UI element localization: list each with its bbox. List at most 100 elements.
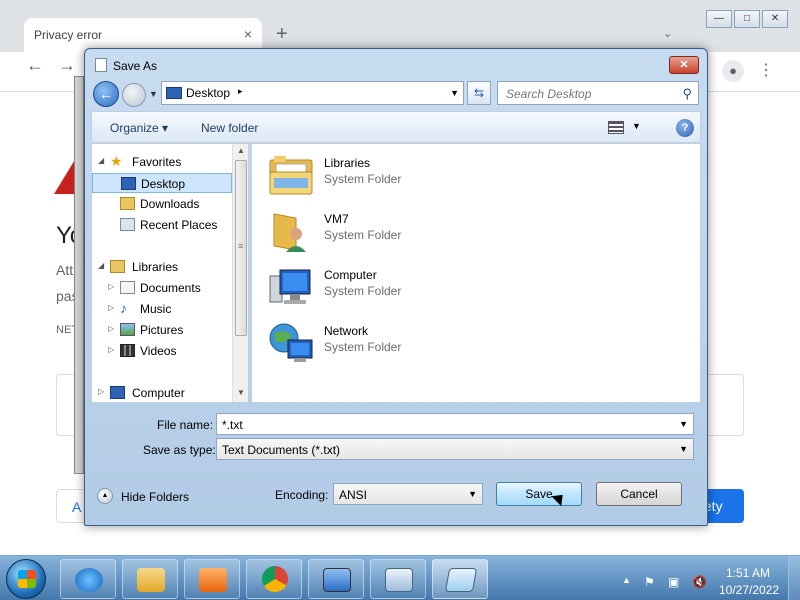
profile-icon[interactable]: ●	[722, 60, 744, 82]
search-icon[interactable]: ⚲	[682, 86, 692, 102]
save-button[interactable]: Save	[496, 482, 582, 506]
clock-time[interactable]: 1:51 AM	[718, 566, 778, 580]
nav-item-downloads[interactable]: Downloads	[92, 194, 232, 214]
scroll-up-icon[interactable]: ▲	[237, 146, 245, 155]
organize-button[interactable]: Organize ▾	[110, 121, 168, 135]
network-tray-icon[interactable]: ▣	[668, 575, 679, 589]
nav-item-computer[interactable]: ▷ Computer	[92, 383, 232, 402]
pictures-icon	[120, 323, 135, 336]
taskbar-file-explorer[interactable]	[122, 559, 178, 599]
action-center-flag-icon[interactable]: ⚑	[644, 575, 655, 589]
nav-item-desktop[interactable]: Desktop	[92, 173, 232, 193]
save-type-dropdown-icon[interactable]: ▼	[679, 444, 688, 454]
file-name-field[interactable]: *.txt ▼	[216, 413, 694, 435]
back-arrow-icon[interactable]: ←	[93, 81, 119, 107]
refresh-icon[interactable]: ⇆	[467, 81, 491, 105]
nav-label: Recent Places	[140, 218, 218, 232]
taskbar-remote-desktop[interactable]	[308, 559, 364, 599]
expand-arrow-icon[interactable]: ▷	[108, 282, 114, 291]
scroll-down-icon[interactable]: ▼	[237, 388, 245, 397]
forward-icon[interactable]: →	[58, 55, 76, 75]
list-item[interactable]: VM7 System Folder	[268, 206, 488, 256]
dialog-close-button[interactable]: ✕	[669, 56, 699, 74]
media-player-icon	[199, 568, 227, 592]
expand-arrow-icon[interactable]: ▷	[108, 303, 114, 312]
dialog-title: Save As	[113, 59, 158, 73]
file-name: Libraries	[324, 156, 371, 170]
collapse-arrow-icon[interactable]: ◢	[98, 156, 104, 165]
search-input[interactable]: Search Desktop ⚲	[497, 81, 699, 105]
nav-label: Music	[140, 302, 172, 316]
tab-privacy-error[interactable]: Privacy error ×	[24, 18, 262, 52]
nav-item-music[interactable]: ▷ ♪ Music	[92, 299, 232, 319]
nav-item-documents[interactable]: ▷ Documents	[92, 278, 232, 298]
scroll-thumb[interactable]: ≡	[235, 160, 247, 336]
list-item[interactable]: Computer System Folder	[268, 262, 488, 312]
nav-item-favorites[interactable]: ◢ ★ Favorites	[92, 152, 232, 172]
nav-item-recent-places[interactable]: Recent Places	[92, 215, 232, 235]
cancel-button[interactable]: Cancel	[596, 482, 682, 506]
menu-icon[interactable]: ⋮	[758, 60, 774, 80]
taskbar: ▲ ⚑ ▣ 🔇	[0, 555, 800, 600]
chrome-icon	[262, 566, 288, 592]
encoding-value: ANSI	[339, 488, 368, 502]
back-icon[interactable]: ←	[26, 55, 44, 75]
libraries-folder-icon	[269, 156, 313, 195]
minimize-button[interactable]: —	[706, 10, 732, 28]
new-tab-button[interactable]: +	[276, 24, 288, 44]
nav-item-videos[interactable]: ▷ Videos	[92, 341, 232, 361]
encoding-dropdown-icon[interactable]: ▼	[468, 489, 477, 499]
show-hidden-icons-icon[interactable]: ▲	[622, 575, 631, 585]
encoding-select[interactable]: ANSI ▼	[333, 483, 483, 505]
history-dropdown-icon[interactable]: ▼	[149, 89, 158, 99]
nav-item-pictures[interactable]: ▷ Pictures	[92, 320, 232, 340]
notepad-icon	[95, 58, 107, 72]
volume-muted-icon[interactable]: 🔇	[692, 575, 707, 589]
file-type: System Folder	[324, 340, 402, 354]
close-window-button[interactable]: ✕	[762, 10, 788, 28]
nav-label: Favorites	[132, 155, 182, 169]
address-text[interactable]: Desktop	[186, 86, 230, 100]
breadcrumb-chevron-icon[interactable]: ▸	[238, 86, 243, 97]
expand-arrow-icon[interactable]: ▷	[108, 324, 114, 333]
forward-arrow-icon[interactable]	[122, 83, 146, 107]
tab-search-icon[interactable]: ⌄	[663, 27, 672, 40]
list-item[interactable]: Libraries System Folder	[268, 150, 488, 200]
taskbar-media-player[interactable]	[184, 559, 240, 599]
list-item[interactable]: Network System Folder	[268, 318, 488, 368]
collapse-arrow-icon[interactable]: ◢	[98, 261, 104, 270]
nav-label: Libraries	[132, 260, 179, 274]
clock-date[interactable]: 10/27/2022	[714, 583, 784, 597]
taskbar-chrome[interactable]	[246, 559, 302, 599]
address-bar[interactable]: Desktop ▸ ▼	[161, 81, 464, 105]
view-dropdown-icon[interactable]: ▼	[632, 121, 641, 131]
start-button[interactable]	[6, 559, 46, 599]
file-type: System Folder	[324, 172, 402, 186]
navigation-pane: ◢ ★ Favorites Desktop Downloads Recent P…	[91, 143, 249, 403]
encoding-label: Encoding:	[275, 488, 329, 502]
expand-arrow-icon[interactable]: ▷	[98, 387, 104, 396]
maximize-button[interactable]: □	[734, 10, 760, 28]
nav-item-libraries[interactable]: ◢ Libraries	[92, 257, 232, 277]
taskbar-notepad[interactable]	[432, 559, 488, 599]
remote-desktop-icon	[323, 568, 351, 592]
file-name: Network	[324, 324, 369, 338]
show-desktop-button[interactable]	[788, 556, 800, 600]
taskbar-control-panel[interactable]	[370, 559, 426, 599]
tab-title: Privacy error	[34, 28, 103, 42]
taskbar-internet-explorer[interactable]	[60, 559, 116, 599]
file-name-dropdown-icon[interactable]: ▼	[679, 419, 688, 429]
background-window-edge	[74, 76, 84, 474]
address-dropdown-icon[interactable]: ▼	[450, 88, 459, 98]
help-icon[interactable]: ?	[676, 119, 694, 137]
nav-label: Desktop	[141, 177, 186, 191]
nav-scrollbar[interactable]: ▲ ≡ ▼	[232, 144, 248, 402]
expand-arrow-icon[interactable]: ▷	[108, 345, 114, 354]
nav-label: Downloads	[140, 197, 200, 211]
videos-icon	[120, 344, 135, 357]
save-as-dialog: Save As ✕ ← ▼ Desktop ▸ ▼ ⇆ Search Deskt…	[84, 48, 708, 526]
change-view-icon[interactable]	[608, 121, 624, 134]
tab-close-icon[interactable]: ×	[244, 26, 252, 42]
save-type-select[interactable]: Text Documents (*.txt) ▼	[216, 438, 694, 460]
new-folder-button[interactable]: New folder	[201, 121, 258, 135]
